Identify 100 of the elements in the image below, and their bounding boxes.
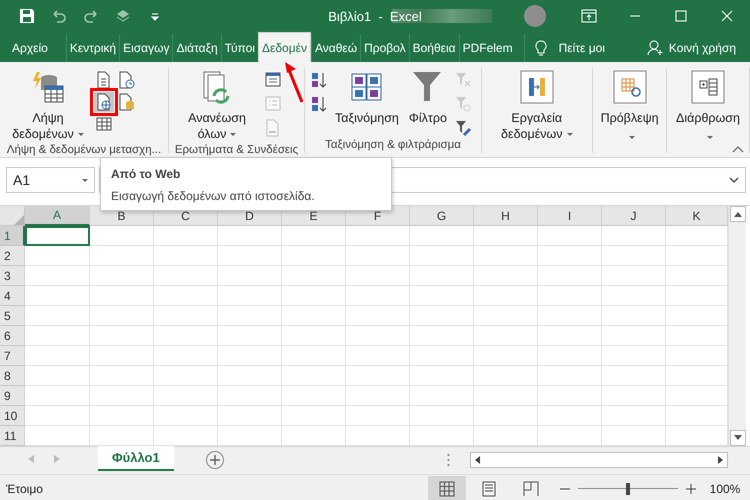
table-cell[interactable] <box>410 266 474 286</box>
table-cell[interactable] <box>538 226 602 246</box>
table-cell[interactable] <box>474 306 538 326</box>
table-cell[interactable] <box>602 366 666 386</box>
table-cell[interactable] <box>25 406 90 426</box>
table-cell[interactable] <box>602 306 666 326</box>
ribbon-command-button[interactable]: Πρόβλεψη <box>596 68 663 144</box>
table-cell[interactable] <box>346 306 410 326</box>
column-header[interactable]: K <box>666 206 728 226</box>
table-cell[interactable] <box>282 366 346 386</box>
row-header[interactable]: 2 <box>0 246 25 266</box>
table-cell[interactable] <box>218 266 282 286</box>
column-header[interactable]: G <box>410 206 474 226</box>
table-cell[interactable] <box>154 346 218 366</box>
table-cell[interactable] <box>90 306 154 326</box>
table-cell[interactable] <box>25 386 90 406</box>
table-cell[interactable] <box>90 326 154 346</box>
table-cell[interactable] <box>25 326 90 346</box>
table-cell[interactable] <box>666 246 728 266</box>
table-cell[interactable] <box>666 346 728 366</box>
table-cell[interactable] <box>602 226 666 246</box>
table-cell[interactable] <box>282 386 346 406</box>
table-cell[interactable] <box>25 306 90 326</box>
table-cell[interactable] <box>154 246 218 266</box>
table-cell[interactable] <box>602 386 666 406</box>
ribbon-small-button[interactable] <box>94 92 114 112</box>
sheet-tab[interactable]: Φύλλο1 <box>98 446 174 471</box>
table-cell[interactable] <box>602 326 666 346</box>
table-cell[interactable] <box>538 286 602 306</box>
table-cell[interactable] <box>538 406 602 426</box>
table-cell[interactable] <box>282 306 346 326</box>
table-cell[interactable] <box>666 266 728 286</box>
table-cell[interactable] <box>346 226 410 246</box>
table-cell[interactable] <box>538 326 602 346</box>
column-header[interactable]: A <box>25 206 90 226</box>
table-cell[interactable] <box>218 286 282 306</box>
ribbon-command-button[interactable]: Ταξινόμηση <box>331 68 403 128</box>
table-cell[interactable] <box>410 226 474 246</box>
table-cell[interactable] <box>474 246 538 266</box>
table-cell[interactable] <box>154 386 218 406</box>
row-header[interactable]: 4 <box>0 286 25 306</box>
table-cell[interactable] <box>25 286 90 306</box>
ribbon-command-button[interactable]: Ανανέωση όλων <box>173 68 261 144</box>
row-header[interactable]: 8 <box>0 366 25 386</box>
table-cell[interactable] <box>666 326 728 346</box>
table-cell[interactable] <box>25 366 90 386</box>
table-cell[interactable] <box>346 386 410 406</box>
table-cell[interactable] <box>282 346 346 366</box>
table-cell[interactable] <box>346 266 410 286</box>
table-cell[interactable] <box>282 266 346 286</box>
table-cell[interactable] <box>410 246 474 266</box>
table-cell[interactable] <box>218 366 282 386</box>
table-cell[interactable] <box>474 386 538 406</box>
table-cell[interactable] <box>538 366 602 386</box>
table-cell[interactable] <box>410 366 474 386</box>
ribbon-command-button[interactable]: Φίλτρο <box>404 68 451 128</box>
table-cell[interactable] <box>154 406 218 426</box>
table-cell[interactable] <box>410 306 474 326</box>
horizontal-scrollbar[interactable] <box>470 452 728 468</box>
avatar[interactable] <box>524 5 546 27</box>
scroll-up-button[interactable] <box>730 206 746 222</box>
table-cell[interactable] <box>90 366 154 386</box>
ribbon-tab[interactable]: Δεδομέν <box>258 32 311 62</box>
table-cell[interactable] <box>154 266 218 286</box>
table-cell[interactable] <box>346 366 410 386</box>
table-cell[interactable] <box>410 286 474 306</box>
table-cell[interactable] <box>410 406 474 426</box>
row-header[interactable]: 11 <box>0 426 25 446</box>
table-cell[interactable] <box>602 246 666 266</box>
table-cell[interactable] <box>410 326 474 346</box>
table-cell[interactable] <box>538 246 602 266</box>
table-cell[interactable] <box>346 346 410 366</box>
table-cell[interactable] <box>90 406 154 426</box>
table-cell[interactable] <box>282 286 346 306</box>
table-cell[interactable] <box>218 346 282 366</box>
table-cell[interactable] <box>90 226 154 246</box>
expand-icon[interactable] <box>729 176 739 184</box>
column-header[interactable]: H <box>474 206 538 226</box>
row-header[interactable]: 1 <box>0 226 25 246</box>
ribbon-tab[interactable]: Αρχείο <box>6 34 66 62</box>
table-cell[interactable] <box>218 386 282 406</box>
row-header[interactable]: 3 <box>0 266 25 286</box>
table-cell[interactable] <box>474 366 538 386</box>
table-cell[interactable] <box>282 246 346 266</box>
table-cell[interactable] <box>218 326 282 346</box>
tell-me-field[interactable]: Πείτε μοι <box>558 41 605 55</box>
table-cell[interactable] <box>154 366 218 386</box>
table-cell[interactable] <box>90 286 154 306</box>
table-cell[interactable] <box>666 226 728 246</box>
table-cell[interactable] <box>282 326 346 346</box>
table-cell[interactable] <box>602 346 666 366</box>
table-cell[interactable] <box>666 366 728 386</box>
table-cell[interactable] <box>90 246 154 266</box>
table-cell[interactable] <box>538 306 602 326</box>
table-cell[interactable] <box>666 406 728 426</box>
table-cell[interactable] <box>666 386 728 406</box>
table-cell[interactable] <box>474 326 538 346</box>
ribbon-command-button[interactable]: Λήψη δεδομένων <box>4 68 92 144</box>
select-all-button[interactable] <box>0 206 25 226</box>
table-cell[interactable] <box>25 266 90 286</box>
